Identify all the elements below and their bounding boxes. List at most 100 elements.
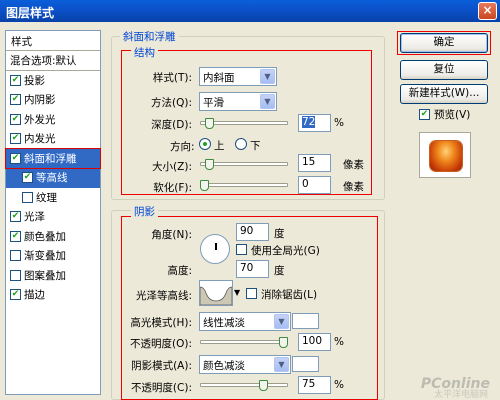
style-item[interactable]: ✔ 描边 <box>6 285 100 305</box>
gloss-contour-picker[interactable] <box>199 280 233 306</box>
new-style-button[interactable]: 新建样式(W)... <box>400 84 488 104</box>
highlight-mode-value: 线性减淡 <box>203 317 245 329</box>
direction-up-radio[interactable] <box>199 138 211 150</box>
style-item-label: 外发光 <box>24 113 56 126</box>
style-item-checkbox[interactable]: ✔ <box>10 113 21 125</box>
style-item-checkbox[interactable] <box>22 191 33 203</box>
highlight-opacity-thumb[interactable] <box>279 337 288 348</box>
direction-down-label: 下 <box>250 140 261 152</box>
close-icon: × <box>482 3 493 17</box>
altitude-label: 高度: <box>167 265 192 277</box>
style-select[interactable]: 内斜面 ▼ <box>199 67 277 86</box>
depth-slider-thumb[interactable] <box>205 118 214 129</box>
style-item-checkbox[interactable]: ✔ <box>22 172 33 184</box>
shadow-color-swatch[interactable] <box>292 356 319 372</box>
style-item-label: 图案叠加 <box>24 269 66 282</box>
shadow-mode-value: 颜色减淡 <box>203 360 245 372</box>
highlight-opacity-unit: % <box>334 336 344 348</box>
style-item-checkbox[interactable]: ✔ <box>10 152 21 164</box>
close-button[interactable]: × <box>478 2 497 20</box>
size-slider-thumb[interactable] <box>205 159 214 170</box>
angle-input[interactable]: 90 <box>236 223 269 241</box>
style-item-label: 光泽 <box>24 211 45 224</box>
chevron-down-icon: ▼ <box>260 94 275 109</box>
style-item[interactable]: 图案叠加 <box>6 266 100 286</box>
size-label: 大小(Z): <box>152 161 192 173</box>
structure-title: 结构 <box>131 45 158 60</box>
style-item[interactable]: ✔ 斜面和浮雕 <box>5 147 101 169</box>
style-item-checkbox[interactable]: ✔ <box>10 74 21 86</box>
contour-dropdown-icon[interactable]: ▼ <box>234 288 240 297</box>
style-item-label: 投影 <box>24 74 45 87</box>
preview-checkbox[interactable]: ✔ <box>419 109 430 120</box>
altitude-unit: 度 <box>274 265 285 277</box>
soften-slider-track[interactable] <box>200 183 288 187</box>
gloss-contour-label: 光泽等高线: <box>135 290 192 302</box>
antialias-checkbox[interactable] <box>246 288 257 299</box>
shadow-mode-select[interactable]: 颜色减淡 ▼ <box>199 355 291 374</box>
style-select-value: 内斜面 <box>203 72 235 84</box>
style-item[interactable]: ✔ 投影 <box>6 71 100 91</box>
depth-input[interactable]: 72 <box>298 114 331 132</box>
contour-curve-icon <box>199 286 233 306</box>
styles-list: 样式 混合选项:默认 ✔ 投影 ✔ 内阴影 ✔ 外发光 ✔ 内发光 ✔ 斜面和浮雕 ✔ 等高线 纹理 ✔ 光… <box>5 30 101 395</box>
bevel-group-title: 斜面和浮雕 <box>120 29 179 44</box>
technique-select[interactable]: 平滑 ▼ <box>199 92 277 111</box>
style-item-checkbox[interactable]: ✔ <box>10 133 21 145</box>
style-item-label: 颜色叠加 <box>24 230 66 243</box>
size-input[interactable]: 15 <box>298 154 331 172</box>
shadow-opacity-input[interactable]: 75 <box>298 376 331 394</box>
style-item[interactable]: ✔ 等高线 <box>6 168 100 188</box>
highlight-opacity-track[interactable] <box>200 340 288 344</box>
antialias-label: 消除锯齿(L) <box>261 289 318 301</box>
style-item[interactable]: ✔ 外发光 <box>6 110 100 130</box>
soften-unit: 像素 <box>343 181 364 193</box>
window-title: 图层样式 <box>6 6 55 20</box>
styles-header[interactable]: 样式 <box>6 31 100 51</box>
direction-label: 方向: <box>170 141 195 153</box>
style-item-label: 等高线 <box>36 172 68 185</box>
style-item[interactable]: ✔ 内发光 <box>6 129 100 149</box>
shading-title: 阴影 <box>131 204 158 219</box>
highlight-opacity-label: 不透明度(O): <box>130 338 192 350</box>
style-item-checkbox[interactable] <box>10 269 21 281</box>
depth-value: 72 <box>302 116 316 128</box>
altitude-input[interactable]: 70 <box>236 260 269 278</box>
highlight-color-swatch[interactable] <box>292 313 319 329</box>
shadow-mode-label: 阴影模式(A): <box>131 360 192 372</box>
angle-unit: 度 <box>274 228 285 240</box>
style-item-checkbox[interactable]: ✔ <box>10 94 21 106</box>
layer-style-dialog: 图层样式 × 样式 混合选项:默认 ✔ 投影 ✔ 内阴影 ✔ 外发光 ✔ 内发光 ✔ 斜面和浮雕 ✔… <box>0 0 500 400</box>
style-item-label: 描边 <box>24 289 45 302</box>
style-item[interactable]: ✔ 颜色叠加 <box>6 227 100 247</box>
style-preview <box>419 132 471 178</box>
style-item-label: 斜面和浮雕 <box>24 152 77 165</box>
direction-down-radio[interactable] <box>235 138 247 150</box>
style-item[interactable]: ✔ 内阴影 <box>6 90 100 110</box>
soften-input[interactable]: 0 <box>298 176 331 194</box>
shadow-opacity-track[interactable] <box>200 383 288 387</box>
angle-dial[interactable] <box>200 234 230 264</box>
ok-button[interactable]: 确定 <box>400 33 488 53</box>
global-light-checkbox[interactable] <box>236 244 247 255</box>
style-item-checkbox[interactable]: ✔ <box>10 211 21 223</box>
depth-label: 深度(D): <box>151 119 192 131</box>
highlight-mode-select[interactable]: 线性减淡 ▼ <box>199 312 291 331</box>
style-item-checkbox[interactable]: ✔ <box>10 289 21 301</box>
highlight-opacity-input[interactable]: 100 <box>298 333 331 351</box>
style-item[interactable]: 渐变叠加 <box>6 246 100 266</box>
chevron-down-icon: ▼ <box>260 69 275 84</box>
style-item[interactable]: 纹理 <box>6 188 100 208</box>
style-item-checkbox[interactable] <box>10 250 21 262</box>
style-item[interactable]: ✔ 光泽 <box>6 207 100 227</box>
technique-label: 方法(Q): <box>151 97 192 109</box>
size-unit: 像素 <box>343 159 364 171</box>
reset-button[interactable]: 复位 <box>400 60 488 80</box>
style-item-checkbox[interactable]: ✔ <box>10 230 21 242</box>
shadow-opacity-thumb[interactable] <box>259 380 268 391</box>
preview-swatch <box>430 141 462 171</box>
soften-label: 软化(F): <box>153 182 192 194</box>
soften-slider-thumb[interactable] <box>200 180 209 191</box>
blending-options-item[interactable]: 混合选项:默认 <box>6 51 100 71</box>
chevron-down-icon: ▼ <box>274 314 289 329</box>
